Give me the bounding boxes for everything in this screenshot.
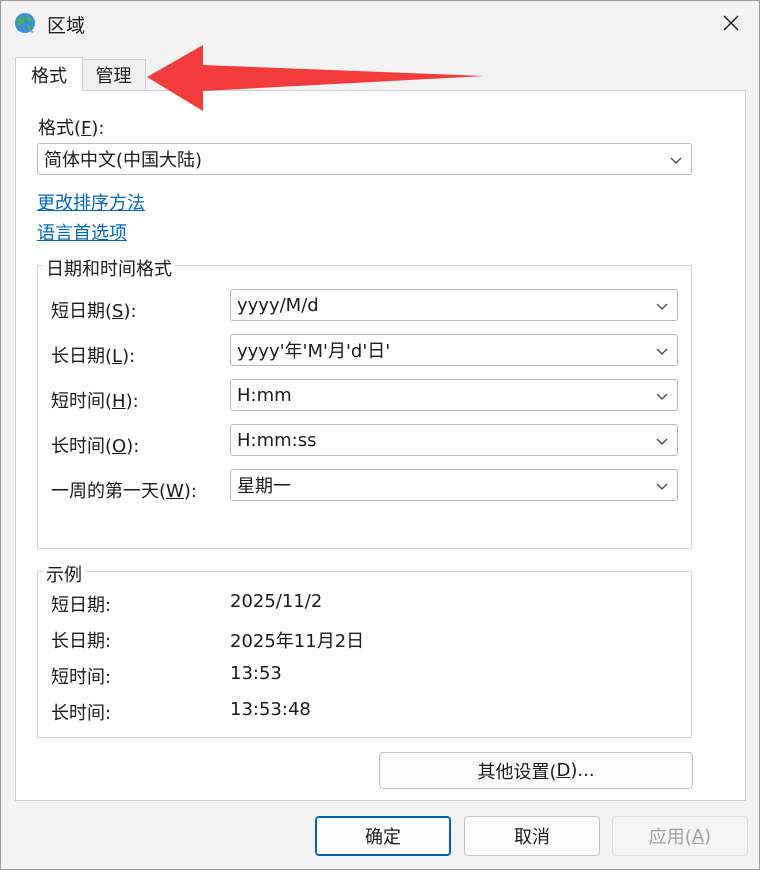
example-short-time-label: 短时间:: [51, 667, 112, 688]
chevron-down-icon: [656, 483, 668, 490]
example-long-time-label: 长时间:: [51, 703, 112, 724]
ok-button[interactable]: 确定: [315, 816, 451, 856]
long-time-value: H:mm:ss: [237, 429, 317, 451]
language-preferences-link[interactable]: 语言首选项: [37, 219, 127, 245]
chevron-down-icon: [670, 157, 682, 164]
example-long-date-value: 2025年11月2日: [230, 631, 365, 652]
red-arrow-icon: [147, 45, 485, 111]
cancel-button[interactable]: 取消: [464, 816, 600, 856]
datetime-group-title: 日期和时间格式: [43, 255, 175, 281]
other-settings-button[interactable]: 其他设置(D)...: [379, 752, 693, 789]
short-time-value: H:mm: [237, 384, 292, 406]
first-day-value: 星期一: [237, 476, 291, 497]
apply-button[interactable]: 应用(A): [612, 816, 748, 856]
tab-format[interactable]: 格式: [15, 57, 83, 91]
example-short-time-value: 13:53: [230, 663, 282, 684]
example-long-time-value: 13:53:48: [230, 699, 311, 720]
long-date-select[interactable]: yyyy'年'M'月'd'日': [230, 334, 678, 366]
first-day-label: 一周的第一天(W):: [51, 481, 197, 502]
short-time-label: 短时间(H):: [51, 391, 139, 412]
example-group-title: 示例: [43, 561, 85, 587]
short-date-label: 短日期(S):: [51, 301, 137, 322]
short-date-select[interactable]: yyyy/M/d: [230, 289, 678, 321]
format-label: 格式(F):: [38, 118, 105, 139]
chevron-down-icon: [656, 303, 668, 310]
chevron-down-icon: [656, 393, 668, 400]
first-day-select[interactable]: 星期一: [230, 469, 678, 501]
title-bar: 区域: [1, 1, 759, 45]
short-date-value: yyyy/M/d: [237, 294, 319, 316]
format-select-value: 简体中文(中国大陆): [44, 150, 203, 171]
window-title: 区域: [47, 15, 86, 37]
long-date-value: yyyy'年'M'月'd'日': [237, 341, 391, 362]
long-time-select[interactable]: H:mm:ss: [230, 424, 678, 456]
globe-icon: [15, 13, 35, 33]
region-dialog: 区域 格式 管理 格式(F): 简体中文(中国大陆) 更改排序方法 语言首选项 …: [0, 0, 760, 870]
change-sort-link[interactable]: 更改排序方法: [37, 189, 145, 215]
example-long-date-label: 长日期:: [51, 631, 112, 652]
example-short-date-value: 2025/11/2: [230, 591, 323, 612]
long-date-label: 长日期(L):: [51, 346, 136, 367]
long-time-label: 长时间(O):: [51, 436, 140, 457]
short-time-select[interactable]: H:mm: [230, 379, 678, 411]
close-button[interactable]: [703, 1, 759, 45]
chevron-down-icon: [656, 438, 668, 445]
chevron-down-icon: [656, 348, 668, 355]
example-short-date-label: 短日期:: [51, 595, 112, 616]
format-select[interactable]: 简体中文(中国大陆): [37, 143, 692, 175]
tab-manage[interactable]: 管理: [82, 59, 146, 90]
example-group: [37, 571, 692, 738]
close-icon: [723, 15, 739, 31]
